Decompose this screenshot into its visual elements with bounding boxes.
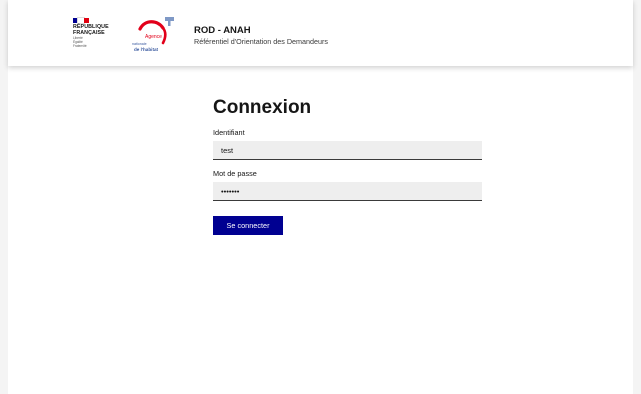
anah-logo-word-3: de l'habitat (134, 47, 159, 52)
page: RÉPUBLIQUE FRANÇAISE Liberté Égalité Fra… (8, 0, 633, 394)
page-title: Connexion (213, 97, 312, 118)
motto-line-3: Fraternité (73, 43, 87, 48)
anah-logo-icon: Agence nationale de l'habitat (132, 17, 174, 52)
app-title[interactable]: ROD - ANAH (194, 25, 251, 36)
login-button[interactable]: Se connecter (213, 216, 283, 235)
anah-logo-word-1: Agence (145, 34, 162, 40)
republique-francaise-logo[interactable]: RÉPUBLIQUE FRANÇAISE Liberté Égalité Fra… (73, 17, 119, 58)
password-group: Mot de passe ••••••• (213, 169, 482, 201)
password-label: Mot de passe (213, 169, 257, 178)
password-input[interactable]: ••••••• (213, 182, 482, 201)
anah-logo-word-2: nationale (132, 42, 147, 46)
anah-logo[interactable]: Agence nationale de l'habitat (130, 16, 184, 58)
login-form: Connexion Identifiant test Mot de passe … (213, 97, 482, 235)
app-subtitle: Référentiel d'Orientation des Demandeurs (194, 37, 329, 46)
identifier-input[interactable]: test (213, 141, 482, 160)
french-flag-icon (73, 17, 89, 24)
identifier-label: Identifiant (213, 128, 245, 137)
site-header: RÉPUBLIQUE FRANÇAISE Liberté Égalité Fra… (8, 0, 633, 66)
identifier-group: Identifiant test (213, 128, 482, 160)
